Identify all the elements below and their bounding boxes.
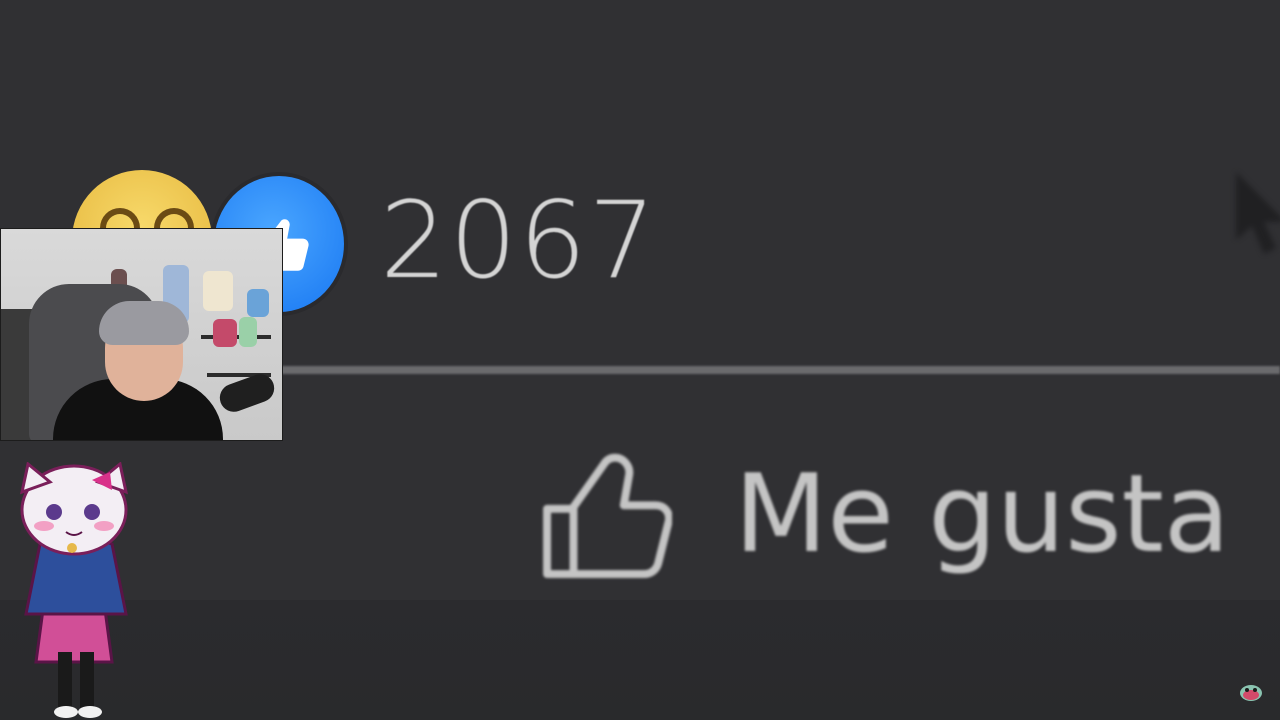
like-label: Me gusta (734, 452, 1230, 577)
thumbs-up-outline-icon (543, 453, 673, 579)
channel-watermark-icon (1240, 685, 1262, 701)
like-button[interactable]: Me gusta (540, 440, 1230, 590)
zoomed-facebook-post-footer: 2067 Me gusta (0, 0, 1280, 720)
comment-area-edge (0, 600, 1280, 720)
streamer-webcam (0, 228, 283, 441)
reaction-count[interactable]: 2067 (380, 188, 658, 294)
divider (280, 366, 1280, 374)
mouse-cursor-icon (1232, 170, 1280, 274)
vtuber-avatar (19, 462, 129, 718)
